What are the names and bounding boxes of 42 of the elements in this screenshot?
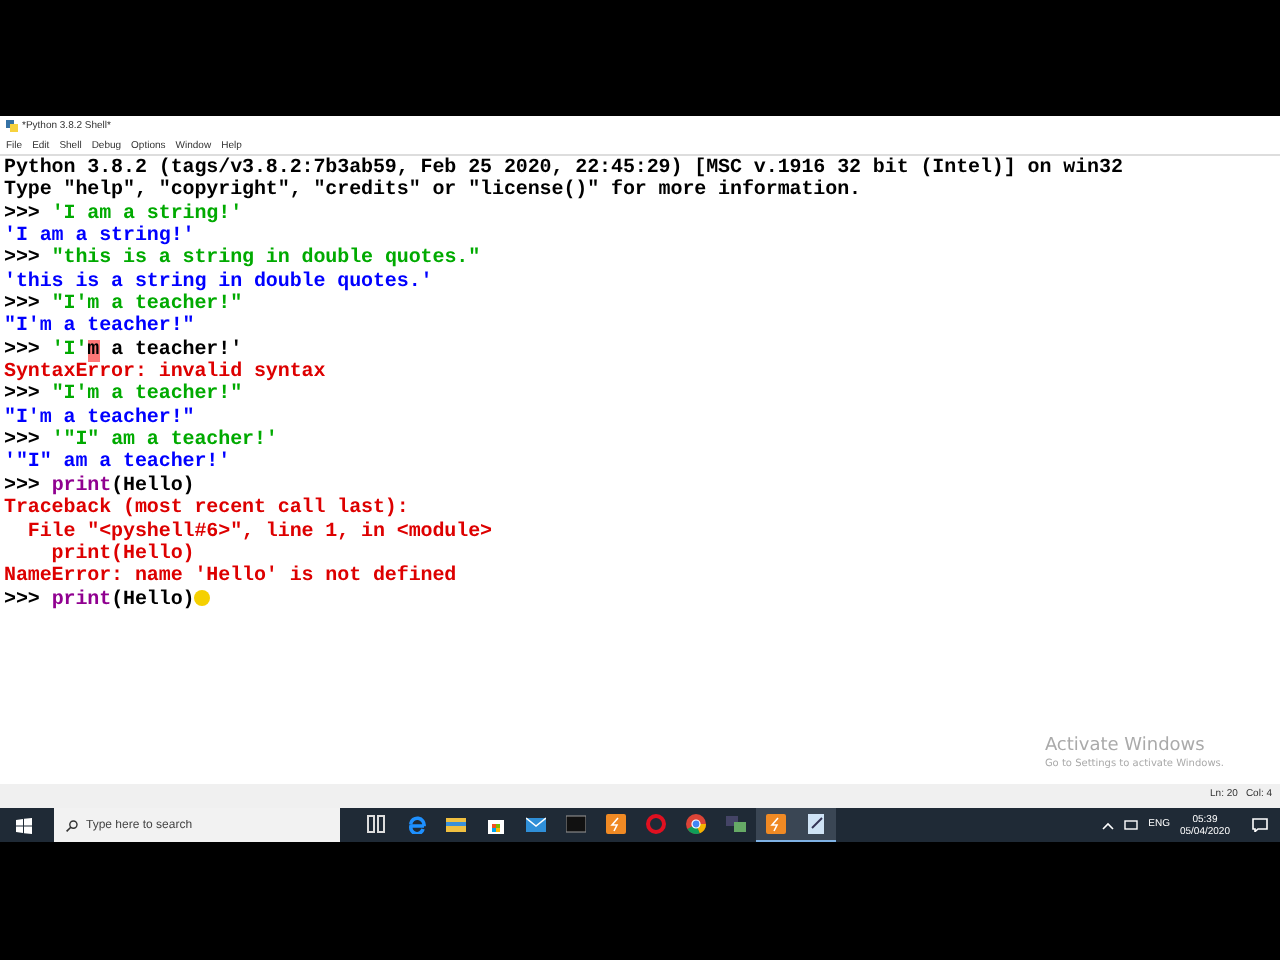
folder-icon (446, 814, 466, 834)
shopping-bag-icon (486, 814, 506, 834)
shell-line: "I'm a teacher!" (4, 407, 195, 430)
shell-line: >>> 'I'm a teacher!' (4, 339, 245, 362)
notification-icon[interactable] (1252, 818, 1268, 832)
shell-line: "I'm a teacher!" (4, 316, 197, 339)
shell-line: File "<pyshell#6>", line 1, in <module> (25, 521, 494, 543)
shell-line: Type "help", "copyright", "credits" or "license()" for more information. (4, 180, 863, 203)
chrome-icon (686, 814, 706, 834)
shell-line: NameError: name 'Hello' is not defined (4, 566, 459, 589)
shell-line: Python 3.8.2 (tags/v3.8.2:7b3ab59, Feb 25 2020, 22:45:29) [MSC v.1916 32 bit (Intel)] on win32 (4, 158, 1125, 180)
shell-line: Traceback (most recent call last): (4, 498, 411, 521)
computer-icon (726, 814, 746, 834)
windows-start-icon[interactable] (16, 817, 32, 833)
chevron-up-icon[interactable] (1102, 821, 1115, 829)
ring-icon (646, 814, 666, 834)
notepad-icon (806, 814, 826, 834)
task-view-icon (366, 814, 386, 834)
terminal-icon (566, 814, 586, 834)
app-icon (766, 814, 786, 834)
network-icon[interactable] (1124, 820, 1139, 830)
browser-icon (406, 814, 426, 834)
python-icon (6, 120, 18, 132)
taskbar-app-button[interactable] (756, 808, 796, 842)
mail-icon (526, 814, 546, 834)
shell-line: SyntaxError: invalid syntax (4, 362, 328, 385)
shell-line: print(Hello) (49, 543, 197, 566)
shell-text-area[interactable] (0, 156, 1280, 784)
shell-line: >>> "I'm a teacher!" (4, 384, 245, 407)
shell-line: '"I" am a teacher!' (4, 452, 233, 475)
shell-line: >>> "I'm a teacher!" (4, 294, 245, 317)
activation-notice-title: Activate Windows (1044, 736, 1207, 758)
shell-line: 'this is a string in double quotes.' (4, 271, 435, 294)
shell-line: >>> '"I" am a teacher!' (4, 430, 280, 453)
mouse-cursor-icon (194, 589, 211, 606)
shell-line: >>> "this is a string in double quotes." (4, 248, 483, 271)
shell-line: >>> print(Hello) (4, 589, 1280, 612)
shell-line: >>> 'I am a string!' (4, 203, 245, 226)
shell-line: >>> print(Hello) (4, 475, 197, 498)
app-icon (606, 814, 626, 834)
shell-line: 'I am a string!' (4, 226, 195, 249)
taskbar-app-button[interactable] (796, 808, 836, 842)
